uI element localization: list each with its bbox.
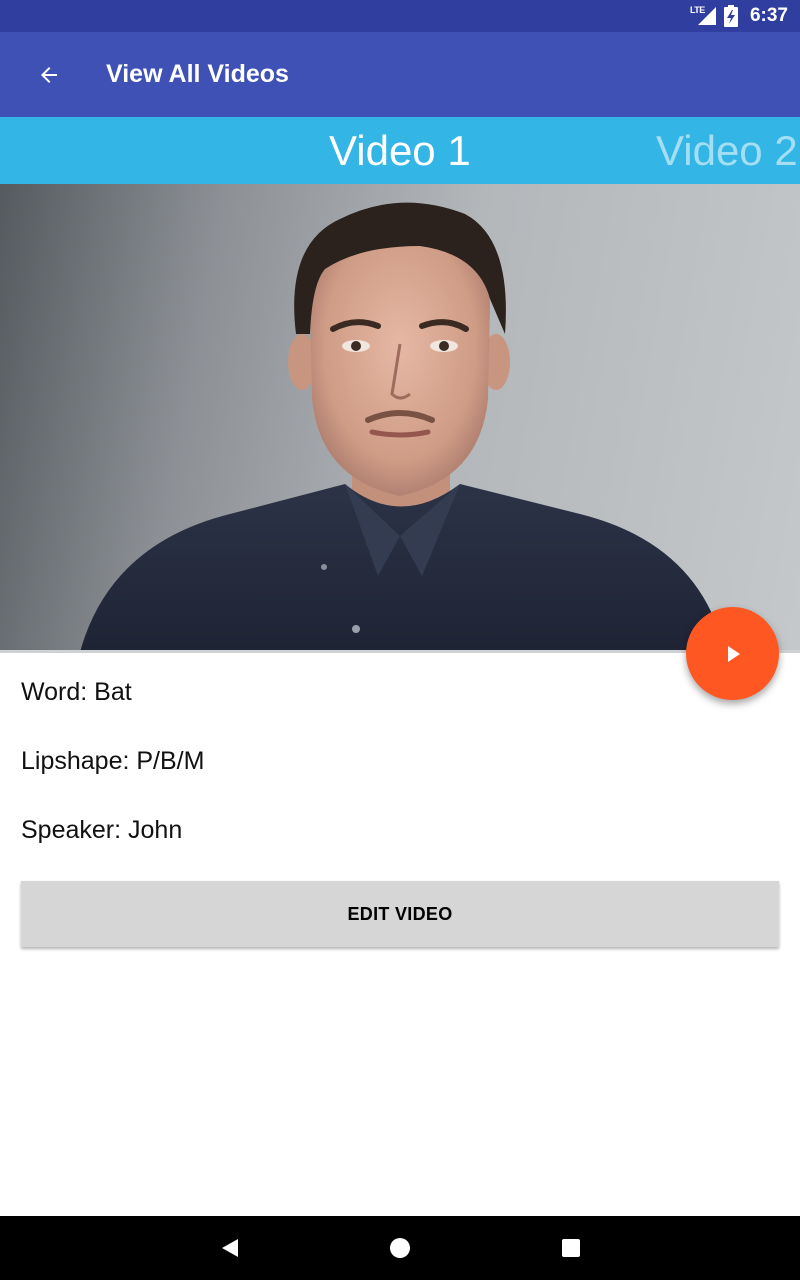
nav-back-button[interactable] bbox=[208, 1226, 252, 1270]
home-circle-icon bbox=[390, 1238, 410, 1258]
status-time: 6:37 bbox=[749, 5, 788, 26]
lipshape-label: Lipshape: P/B/M bbox=[21, 747, 205, 775]
back-button[interactable] bbox=[24, 50, 74, 100]
word-label: Word: Bat bbox=[21, 678, 132, 706]
edit-video-button[interactable]: EDIT VIDEO bbox=[21, 881, 779, 947]
app-bar: View All Videos bbox=[0, 32, 800, 117]
recents-square-icon bbox=[562, 1239, 580, 1257]
status-bar: LTE 6:37 bbox=[0, 0, 800, 32]
status-icons: LTE 6:37 bbox=[690, 0, 788, 32]
video-preview[interactable] bbox=[0, 184, 800, 652]
nav-recents-button[interactable] bbox=[549, 1226, 593, 1270]
play-button[interactable] bbox=[686, 607, 779, 700]
video-tab-strip: Video 1 Video 2 bbox=[0, 117, 800, 184]
tab-video-1[interactable]: Video 1 bbox=[329, 117, 471, 184]
page-title: View All Videos bbox=[106, 60, 289, 88]
back-triangle-icon bbox=[222, 1239, 238, 1257]
battery-charging-icon bbox=[723, 5, 738, 27]
video-frame-image bbox=[80, 202, 725, 652]
tab-video-2[interactable]: Video 2 bbox=[656, 117, 798, 184]
arrow-back-icon bbox=[41, 67, 57, 83]
system-nav-bar bbox=[0, 1216, 800, 1280]
video-divider bbox=[0, 650, 800, 653]
lte-signal-icon: LTE bbox=[690, 5, 716, 27]
nav-home-button[interactable] bbox=[378, 1226, 422, 1270]
play-icon bbox=[727, 645, 740, 662]
speaker-label: Speaker: John bbox=[21, 816, 183, 844]
